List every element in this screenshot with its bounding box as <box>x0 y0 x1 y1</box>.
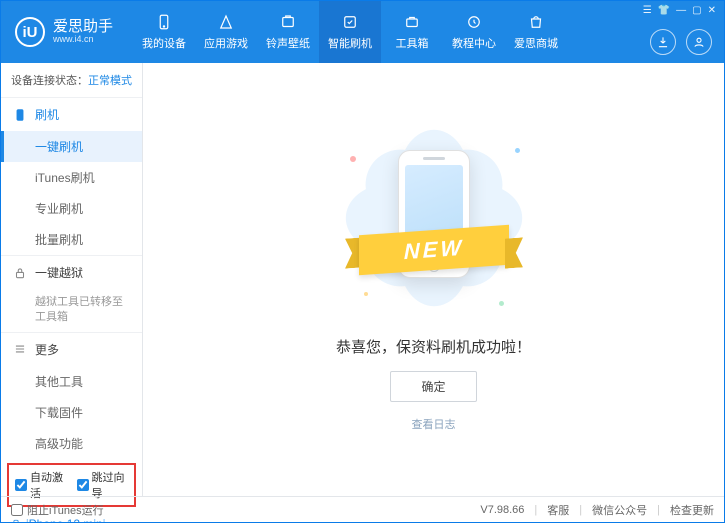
nav-label: 教程中心 <box>452 35 496 51</box>
nav-icon <box>278 13 298 31</box>
separator: | <box>657 504 660 516</box>
wechat-link[interactable]: 微信公众号 <box>592 502 647 518</box>
main-nav: 我的设备 应用游戏 铃声壁纸 智能刷机 工具箱 教程中心 爱思商城 <box>133 1 567 63</box>
sidebar-item-flash-3[interactable]: 批量刷机 <box>1 224 142 255</box>
close-icon[interactable]: ✕ <box>708 5 716 16</box>
jailbreak-note: 越狱工具已转移至工具箱 <box>1 289 142 332</box>
nav-icon <box>402 13 422 31</box>
version-label: V7.98.66 <box>480 504 524 516</box>
nav-item-5[interactable]: 教程中心 <box>443 1 505 63</box>
view-log-link[interactable]: 查看日志 <box>412 416 456 432</box>
connection-mode: 正常模式 <box>88 75 132 87</box>
menu-lines-icon <box>13 342 27 356</box>
check-update-link[interactable]: 检查更新 <box>670 502 714 518</box>
download-button[interactable] <box>650 29 676 55</box>
connection-status: 设备连接状态：正常模式 <box>1 63 142 98</box>
menu-icon[interactable]: ☰ <box>643 5 652 16</box>
user-button[interactable] <box>686 29 712 55</box>
nav-label: 应用游戏 <box>204 35 248 51</box>
sidebar-header-more-label: 更多 <box>35 341 59 358</box>
header-actions <box>650 29 712 55</box>
lock-icon <box>13 266 27 280</box>
maximize-icon[interactable]: ▢ <box>692 5 701 16</box>
sidebar-item-more-1[interactable]: 下载固件 <box>1 397 142 428</box>
nav-label: 铃声壁纸 <box>266 35 310 51</box>
sidebar-section-jailbreak: 一键越狱 越狱工具已转移至工具箱 <box>1 256 142 333</box>
flash-list: 一键刷机iTunes刷机专业刷机批量刷机 <box>1 131 142 255</box>
nav-icon <box>340 13 360 31</box>
nav-item-0[interactable]: 我的设备 <box>133 1 195 63</box>
ribbon-text: NEW <box>359 224 509 274</box>
logo-area: iU 爱思助手 www.i4.cn <box>1 17 127 47</box>
nav-item-4[interactable]: 工具箱 <box>381 1 443 63</box>
nav-item-3[interactable]: 智能刷机 <box>319 1 381 63</box>
success-message: 恭喜您，保资料刷机成功啦！ <box>336 336 531 357</box>
nav-item-6[interactable]: 爱思商城 <box>505 1 567 63</box>
ok-button[interactable]: 确定 <box>390 371 476 402</box>
main-content: NEW 恭喜您，保资料刷机成功啦！ 确定 查看日志 <box>143 63 724 496</box>
logo-icon: iU <box>15 17 45 47</box>
brand-url: www.i4.cn <box>53 35 113 45</box>
brand: 爱思助手 www.i4.cn <box>53 19 113 45</box>
sidebar-item-flash-1[interactable]: iTunes刷机 <box>1 162 142 193</box>
sidebar-item-flash-0[interactable]: 一键刷机 <box>1 131 142 162</box>
new-ribbon: NEW <box>359 230 509 270</box>
nav-icon <box>216 13 236 31</box>
sidebar-header-more[interactable]: 更多 <box>1 333 142 366</box>
body: 设备连接状态：正常模式 刷机 一键刷机iTunes刷机专业刷机批量刷机 一键越狱… <box>1 63 724 496</box>
sidebar: 设备连接状态：正常模式 刷机 一键刷机iTunes刷机专业刷机批量刷机 一键越狱… <box>1 63 143 496</box>
separator: | <box>579 504 582 516</box>
minimize-icon[interactable]: — <box>676 5 686 16</box>
block-itunes-label: 阻止iTunes运行 <box>27 502 104 518</box>
block-itunes-checkbox[interactable]: 阻止iTunes运行 <box>11 502 104 518</box>
brand-name: 爱思助手 <box>53 19 113 36</box>
footer: 阻止iTunes运行 V7.98.66 | 客服 | 微信公众号 | 检查更新 <box>1 496 724 522</box>
customer-service-link[interactable]: 客服 <box>547 502 569 518</box>
sidebar-item-more-2[interactable]: 高级功能 <box>1 428 142 459</box>
nav-icon <box>154 13 174 31</box>
sidebar-header-jailbreak-label: 一键越狱 <box>35 264 83 281</box>
app-window: iU 爱思助手 www.i4.cn 我的设备 应用游戏 铃声壁纸 智能刷机 工具箱 教程中… <box>0 0 725 523</box>
nav-icon <box>526 13 546 31</box>
sidebar-header-flash[interactable]: 刷机 <box>1 98 142 131</box>
sidebar-item-more-0[interactable]: 其他工具 <box>1 366 142 397</box>
window-controls: ☰ 👕 — ▢ ✕ <box>643 5 716 16</box>
sidebar-section-flash: 刷机 一键刷机iTunes刷机专业刷机批量刷机 <box>1 98 142 256</box>
connection-label: 设备连接状态： <box>11 75 88 87</box>
sidebar-item-flash-2[interactable]: 专业刷机 <box>1 193 142 224</box>
nav-icon <box>464 13 484 31</box>
nav-label: 我的设备 <box>142 35 186 51</box>
more-list: 其他工具下载固件高级功能 <box>1 366 142 459</box>
sidebar-header-flash-label: 刷机 <box>35 106 59 123</box>
header: iU 爱思助手 www.i4.cn 我的设备 应用游戏 铃声壁纸 智能刷机 工具箱 教程中… <box>1 1 724 63</box>
nav-item-1[interactable]: 应用游戏 <box>195 1 257 63</box>
skin-icon[interactable]: 👕 <box>658 5 670 16</box>
nav-item-2[interactable]: 铃声壁纸 <box>257 1 319 63</box>
nav-label: 工具箱 <box>396 35 429 51</box>
phone-icon <box>13 108 27 122</box>
sidebar-header-jailbreak[interactable]: 一键越狱 <box>1 256 142 289</box>
nav-label: 爱思商城 <box>514 35 558 51</box>
success-illustration: NEW <box>344 118 524 318</box>
sidebar-section-more: 更多 其他工具下载固件高级功能 <box>1 333 142 459</box>
separator: | <box>534 504 537 516</box>
nav-label: 智能刷机 <box>328 35 372 51</box>
